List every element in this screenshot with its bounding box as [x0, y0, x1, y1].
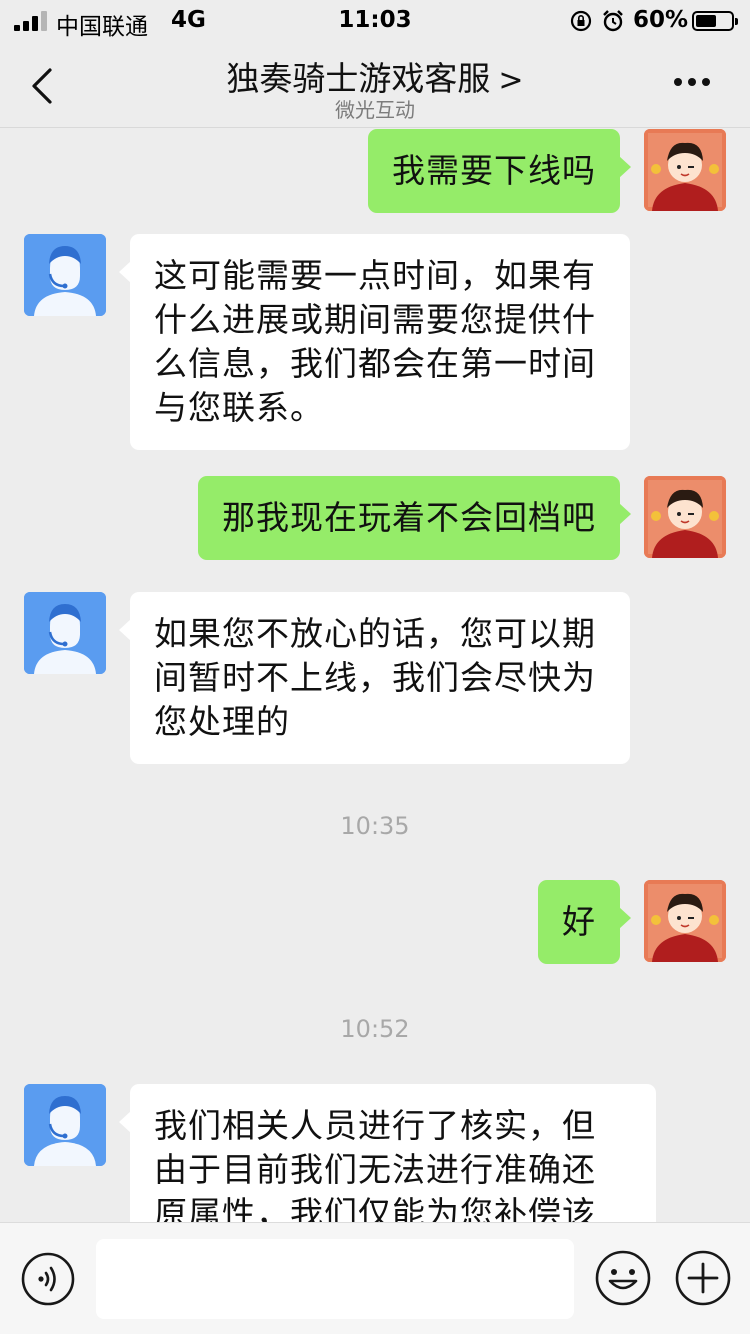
message-input[interactable] [96, 1239, 574, 1319]
chat-header: 独奏骑士游戏客服 > 微光互动 [0, 42, 750, 128]
message-line: 由于目前我们无法进行准确还 [154, 1150, 596, 1189]
chat-title[interactable]: 独奏骑士游戏客服 > [0, 52, 750, 100]
message-bubble-user[interactable]: 好 [538, 880, 631, 964]
user-avatar-image [644, 129, 726, 211]
chat-subtitle: 微光互动 [335, 98, 415, 122]
agent-avatar[interactable] [24, 234, 106, 316]
user-avatar-image [644, 880, 726, 962]
user-avatar[interactable] [644, 476, 726, 558]
status-bar: 中国联通 4G 11:03 60% [0, 0, 750, 42]
agent-avatar[interactable] [24, 592, 106, 674]
message-line: 我们相关人员进行了核实，但 [154, 1106, 596, 1145]
support-agent-avatar-icon [24, 1084, 106, 1166]
message-text: 好 [562, 902, 596, 941]
user-avatar[interactable] [644, 880, 726, 962]
message-text: 我需要下线吗 [392, 151, 596, 190]
message-line: 如果您不放心的话，您可以期 [154, 614, 596, 653]
support-agent-avatar-icon [24, 234, 106, 316]
message-line: 您处理的 [154, 702, 290, 741]
rotation-lock-icon [570, 10, 592, 32]
message-line: 原属性，我们仅能为您补偿该 [154, 1194, 596, 1222]
plus-icon[interactable] [674, 1249, 732, 1307]
message-line: 么信息，我们都会在第一时间 [154, 344, 596, 383]
agent-avatar[interactable] [24, 1084, 106, 1166]
message-timestamp: 10:52 [340, 1015, 410, 1043]
message-bubble-user[interactable]: 我需要下线吗 [368, 129, 631, 213]
message-input-bar [0, 1222, 750, 1334]
emoji-icon[interactable] [594, 1249, 652, 1307]
battery-icon [692, 11, 738, 31]
message-list[interactable]: 我需要下线吗 这可能需要一点时间，如果有 什么进展或期间需要您提供什 么信息，我… [0, 129, 750, 1222]
user-avatar[interactable] [644, 129, 726, 211]
more-options-icon[interactable] [672, 78, 712, 88]
battery-level [696, 15, 717, 27]
user-avatar-image [644, 476, 726, 558]
alarm-icon [603, 10, 623, 32]
message-timestamp: 10:35 [340, 812, 410, 840]
chat-title-text: 独奏骑士游戏客服 [226, 59, 491, 98]
battery-percent: 60% [633, 7, 689, 33]
voice-icon[interactable] [20, 1251, 76, 1307]
chevron-right-icon: > [498, 63, 524, 98]
support-agent-avatar-icon [24, 592, 106, 674]
message-bubble-agent[interactable]: 如果您不放心的话，您可以期 间暂时不上线，我们会尽快为 您处理的 [119, 592, 630, 764]
message-line: 与您联系。 [154, 388, 324, 427]
message-line: 什么进展或期间需要您提供什 [154, 300, 596, 339]
message-text: 那我现在玩着不会回档吧 [222, 498, 596, 537]
message-bubble-agent[interactable]: 这可能需要一点时间，如果有 什么进展或期间需要您提供什 么信息，我们都会在第一时… [119, 234, 630, 450]
message-bubble-user[interactable]: 那我现在玩着不会回档吧 [198, 476, 631, 560]
message-line: 这可能需要一点时间，如果有 [154, 256, 596, 295]
message-line: 间暂时不上线，我们会尽快为 [154, 658, 596, 697]
message-bubble-agent[interactable]: 我们相关人员进行了核实，但 由于目前我们无法进行准确还 原属性，我们仅能为您补偿… [119, 1084, 656, 1222]
